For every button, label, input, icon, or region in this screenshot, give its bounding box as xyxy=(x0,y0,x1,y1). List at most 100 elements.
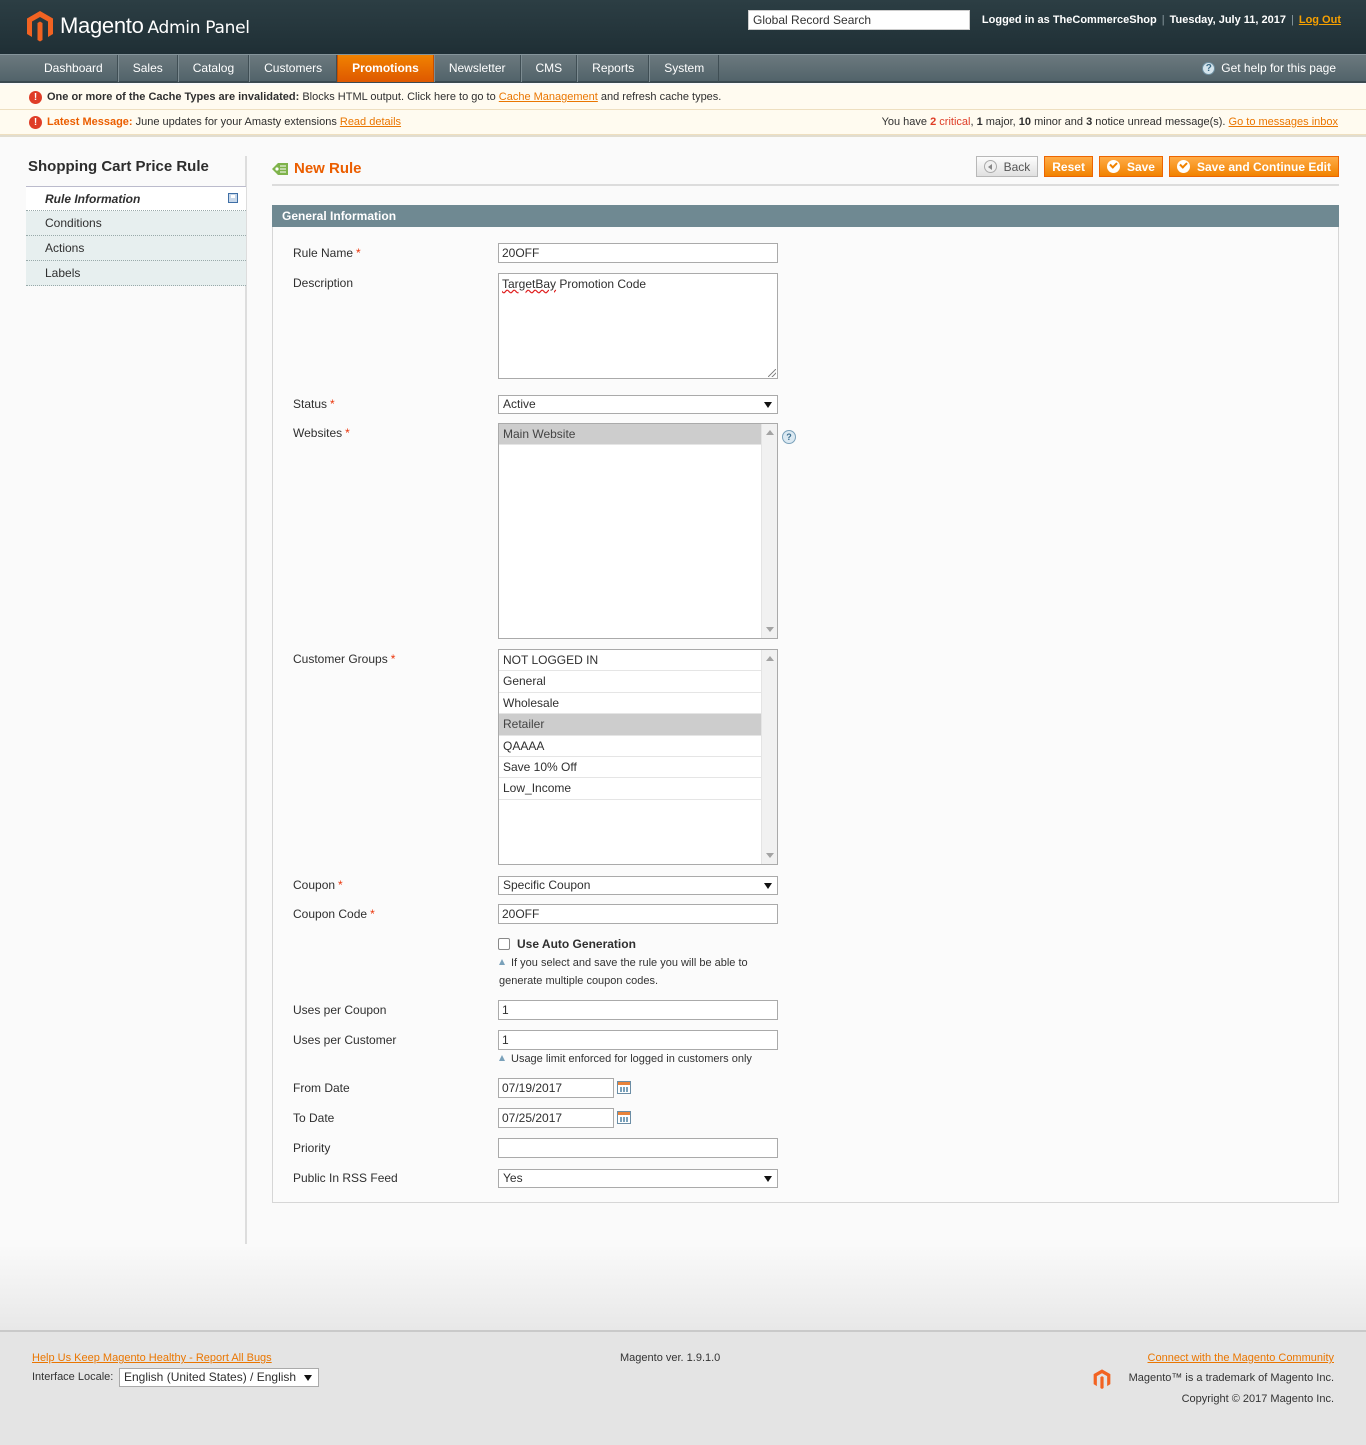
cache-message-bold: One or more of the Cache Types are inval… xyxy=(47,91,300,103)
status-label: Status * xyxy=(293,397,335,411)
calendar-icon[interactable] xyxy=(617,1081,631,1094)
global-search-input[interactable] xyxy=(748,10,970,30)
dropdown-arrow-icon xyxy=(764,883,772,889)
report-bugs-link[interactable]: Help Us Keep Magento Healthy - Report Al… xyxy=(32,1352,272,1364)
tab-rule-information-label: Rule Information xyxy=(45,192,141,206)
nav-sales[interactable]: Sales xyxy=(117,55,178,82)
header-date: Tuesday, July 11, 2017 xyxy=(1169,14,1286,26)
help-link[interactable]: ? Get help for this page xyxy=(1202,55,1336,82)
messages-inbox-link[interactable]: Go to messages inbox xyxy=(1229,116,1338,128)
nav-system[interactable]: System xyxy=(649,55,720,82)
latest-message-bold: Latest Message: xyxy=(47,116,133,128)
nav-customers[interactable]: Customers xyxy=(249,55,338,82)
description-textarea[interactable]: TargetBay Promotion Code xyxy=(498,273,778,379)
customer-group-option[interactable]: Save 10% Off xyxy=(499,757,761,779)
cache-message-text: Blocks HTML output. Click here to go to xyxy=(299,91,499,103)
website-option[interactable]: Main Website xyxy=(499,424,761,446)
magento-logo-icon xyxy=(27,11,53,42)
nav-dashboard[interactable]: Dashboard xyxy=(30,55,118,82)
trademark-text: Magento™ is a trademark of Magento Inc. xyxy=(1128,1372,1334,1384)
save-button[interactable]: Save xyxy=(1098,156,1163,177)
customer-group-option[interactable]: Retailer xyxy=(499,714,761,736)
reset-button[interactable]: Reset xyxy=(1044,156,1093,177)
admin-header: MagentoAdmin Panel Logged in as TheComme… xyxy=(0,0,1366,54)
scroll-up-icon[interactable] xyxy=(766,656,774,661)
logo-subtitle: Admin Panel xyxy=(147,18,250,38)
error-icon: ! xyxy=(29,116,42,129)
magento-version: Magento ver. 1.9.1.0 xyxy=(620,1352,721,1364)
customer-group-option[interactable]: NOT LOGGED IN xyxy=(499,650,761,672)
read-details-link[interactable]: Read details xyxy=(340,116,401,128)
magento-logo-icon xyxy=(1093,1369,1111,1389)
rss-feed-select[interactable]: Yes xyxy=(498,1169,778,1188)
tab-rule-information[interactable]: Rule Information xyxy=(26,186,246,211)
customer-group-option[interactable]: Wholesale xyxy=(499,693,761,715)
help-icon: ? xyxy=(1202,62,1216,75)
to-date-label: To Date xyxy=(293,1111,335,1125)
customer-group-option[interactable]: QAAAA xyxy=(499,736,761,757)
websites-multiselect[interactable]: Main Website xyxy=(498,423,778,639)
auto-generation-label[interactable]: Use Auto Generation xyxy=(517,937,636,951)
resize-handle-icon[interactable] xyxy=(768,369,776,377)
dropdown-arrow-icon xyxy=(304,1375,312,1381)
nav-reports[interactable]: Reports xyxy=(577,55,650,82)
customer-group-option[interactable]: General xyxy=(499,671,761,693)
rule-name-input[interactable] xyxy=(498,243,778,263)
header-user-info: Logged in as TheCommerceShop | Tuesday, Ju… xyxy=(981,14,1341,26)
changed-icon xyxy=(228,193,238,203)
uses-per-customer-label: Uses per Customer xyxy=(293,1033,397,1047)
from-date-input[interactable] xyxy=(498,1078,614,1098)
save-and-continue-button[interactable]: Save and Continue Edit xyxy=(1168,156,1339,177)
auto-generation-note: If you select and save the rule you will… xyxy=(499,957,748,987)
help-label: Get help for this page xyxy=(1221,61,1336,75)
logged-in-text: Logged in as TheCommerceShop xyxy=(981,14,1157,26)
back-button[interactable]: Back xyxy=(975,156,1039,177)
locale-select[interactable]: English (United States) / English xyxy=(119,1368,319,1387)
note-arrow-icon xyxy=(499,1055,505,1061)
tab-conditions[interactable]: Conditions xyxy=(26,211,246,236)
scrollbar[interactable] xyxy=(761,650,777,864)
scroll-down-icon[interactable] xyxy=(766,853,774,858)
status-select[interactable]: Active xyxy=(498,395,778,414)
uses-per-customer-input[interactable] xyxy=(498,1030,778,1050)
footer-fade xyxy=(0,1244,1366,1330)
magento-logo[interactable]: Magento Admin Panel xyxy=(26,10,250,42)
logout-link[interactable]: Log Out xyxy=(1299,14,1341,26)
scrollbar[interactable] xyxy=(761,424,777,638)
rule-name-label: Rule Name * xyxy=(293,246,361,260)
help-tooltip-icon[interactable]: ? xyxy=(782,430,796,444)
scroll-down-icon[interactable] xyxy=(766,627,774,632)
page-title: New Rule xyxy=(294,160,362,177)
auto-generation-checkbox[interactable] xyxy=(498,938,510,950)
latest-message-text: June updates for your Amasty extensions xyxy=(132,116,340,128)
messages-divider xyxy=(0,135,1366,137)
nav-catalog[interactable]: Catalog xyxy=(177,55,250,82)
calendar-icon[interactable] xyxy=(617,1111,631,1124)
nav-promotions[interactable]: Promotions xyxy=(337,55,434,82)
customer-group-option[interactable]: Low_Income xyxy=(499,778,761,800)
cache-message-tail: and refresh cache types. xyxy=(597,91,722,103)
nav-newsletter[interactable]: Newsletter xyxy=(433,55,521,82)
customer-groups-multiselect[interactable]: NOT LOGGED IN General Wholesale Retailer… xyxy=(498,649,778,865)
coupon-code-input[interactable] xyxy=(498,904,778,924)
checkmark-icon xyxy=(1106,160,1120,173)
tab-labels[interactable]: Labels xyxy=(26,261,246,286)
rss-feed-label: Public In RSS Feed xyxy=(293,1171,398,1185)
uses-per-coupon-input[interactable] xyxy=(498,1000,778,1020)
priority-input[interactable] xyxy=(498,1138,778,1158)
to-date-input[interactable] xyxy=(498,1108,614,1128)
locale-label: Interface Locale: xyxy=(32,1371,114,1383)
coupon-select[interactable]: Specific Coupon xyxy=(498,876,778,895)
fieldset-header: General Information xyxy=(272,205,1339,227)
logo-name: Magento xyxy=(60,13,144,38)
tab-actions[interactable]: Actions xyxy=(26,236,246,261)
copyright-text: Copyright © 2017 Magento Inc. xyxy=(1181,1393,1334,1405)
scroll-up-icon[interactable] xyxy=(766,430,774,435)
cache-message: ! One or more of the Cache Types are inv… xyxy=(0,85,1366,110)
sidebar-tabs: Rule Information Conditions Actions Labe… xyxy=(26,186,246,286)
customer-groups-label: Customer Groups * xyxy=(293,652,396,666)
cache-management-link[interactable]: Cache Management xyxy=(499,91,598,103)
community-link[interactable]: Connect with the Magento Community xyxy=(1148,1352,1334,1364)
nav-cms[interactable]: CMS xyxy=(520,55,578,82)
fieldset-body xyxy=(272,227,1339,1203)
